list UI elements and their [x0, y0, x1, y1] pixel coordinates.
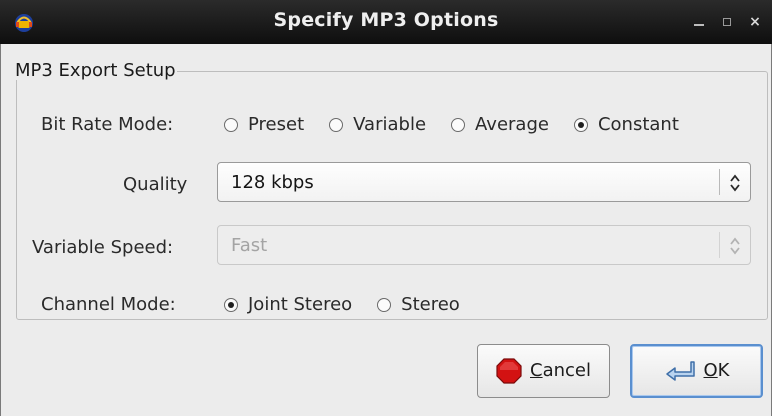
up-down-chevron-icon [730, 174, 740, 192]
radio-indicator [573, 118, 588, 132]
title-bar[interactable]: Specify MP3 Options × [0, 0, 772, 44]
cancel-button[interactable]: Cancel [477, 344, 610, 398]
bit-rate-mode-radio-group: Preset Variable Average Constant [224, 114, 679, 136]
radio-label: Constant [597, 114, 679, 135]
radio-indicator [377, 298, 392, 312]
radio-label: Preset [248, 114, 305, 135]
mp3-options-dialog: Specify MP3 Options × MP3 Export Setup B… [0, 0, 772, 416]
combo-separator [719, 169, 720, 195]
window-controls: × [692, 13, 762, 31]
stop-icon [496, 358, 522, 384]
bit-rate-mode-label: Bit Rate Mode: [41, 114, 174, 135]
ok-button-label: OK [704, 360, 730, 382]
mp3-export-setup-group: MP3 Export Setup Bit Rate Mode: Preset V… [15, 60, 768, 320]
variable-speed-label: Variable Speed: [32, 237, 174, 258]
radio-label: Average [475, 114, 549, 135]
quality-label: Quality [123, 174, 188, 195]
quality-selected-value: 128 kbps [231, 172, 314, 193]
ok-mnemonic: O [703, 360, 718, 381]
radio-variable[interactable]: Variable [329, 114, 426, 136]
channel-mode-radio-group: Joint Stereo Stereo [224, 294, 460, 316]
variable-speed-selected-value: Fast [231, 235, 268, 256]
radio-indicator [224, 118, 238, 132]
cancel-rest: ancel [542, 360, 591, 381]
cancel-mnemonic: C [530, 360, 543, 381]
radio-preset[interactable]: Preset [224, 114, 304, 136]
minimize-button[interactable] [692, 15, 706, 29]
radio-indicator [224, 298, 238, 312]
ok-button[interactable]: OK [630, 344, 763, 398]
radio-label: Joint Stereo [248, 294, 353, 315]
window-title: Specify MP3 Options [273, 9, 499, 31]
maximize-button[interactable] [720, 15, 734, 29]
radio-indicator [451, 118, 466, 132]
quality-select[interactable]: 128 kbps [217, 162, 751, 202]
radio-label: Variable [353, 114, 427, 135]
up-down-chevron-icon [730, 237, 740, 255]
radio-constant[interactable]: Constant [573, 114, 679, 136]
group-legend: MP3 Export Setup [15, 60, 176, 81]
radio-indicator [329, 118, 344, 132]
radio-average[interactable]: Average [451, 114, 549, 136]
channel-mode-label: Channel Mode: [41, 294, 176, 315]
enter-arrow-icon [665, 361, 695, 381]
variable-speed-select: Fast [217, 225, 751, 265]
ok-rest: K [717, 360, 730, 381]
radio-joint-stereo[interactable]: Joint Stereo [224, 294, 352, 316]
close-button[interactable]: × [748, 15, 762, 29]
combo-separator [719, 232, 720, 258]
radio-label: Stereo [401, 294, 460, 315]
cancel-button-label: Cancel [530, 360, 591, 382]
radio-stereo[interactable]: Stereo [377, 294, 460, 316]
dialog-body: MP3 Export Setup Bit Rate Mode: Preset V… [0, 44, 772, 416]
